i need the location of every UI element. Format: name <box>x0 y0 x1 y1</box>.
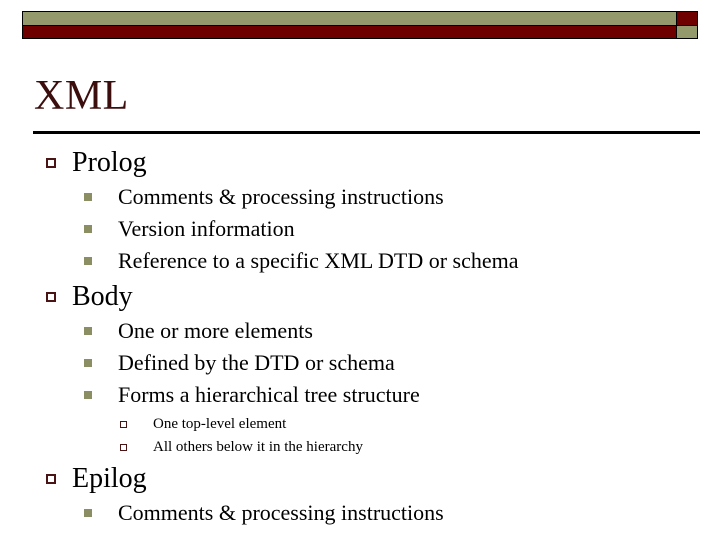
outline-item-level3: One top-level element <box>0 413 720 436</box>
filled-square-bullet-icon <box>84 181 118 213</box>
outline-item-level1: Body <box>0 280 720 314</box>
slide-body-outline: Prolog Comments & processing instruction… <box>0 146 720 529</box>
outline-item-level2: One or more elements <box>0 315 720 347</box>
outline-item-label: Version information <box>118 216 295 241</box>
outline-item-label: One top-level element <box>153 416 287 432</box>
hollow-square-bullet-icon <box>46 146 72 180</box>
outline-item-level2: Comments & processing instructions <box>0 497 720 529</box>
outline-item-level1: Epilog <box>0 462 720 496</box>
outline-item-level2: Comments & processing instructions <box>0 181 720 213</box>
slide-canvas: { "slide": { "title": "XML", "theme": { … <box>0 0 720 540</box>
banner-red-square <box>676 11 698 26</box>
outline-item-label: One or more elements <box>118 318 313 343</box>
hollow-square-bullet-icon <box>46 462 72 496</box>
outline-item-level1: Prolog <box>0 146 720 180</box>
outline-item-level2: Reference to a specific XML DTD or schem… <box>0 245 720 277</box>
hollow-square-bullet-icon <box>46 280 72 314</box>
banner-olive-bar <box>22 11 677 26</box>
outline-item-label: Comments & processing instructions <box>118 500 444 525</box>
hollow-square-bullet-icon <box>120 413 153 436</box>
banner-red-bar <box>22 25 677 39</box>
outline-item-label: Comments & processing instructions <box>118 184 444 209</box>
outline-item-label: Body <box>72 281 133 312</box>
outline-item-label: All others below it in the hierarchy <box>153 439 363 455</box>
title-divider-rule <box>33 131 700 134</box>
filled-square-bullet-icon <box>84 315 118 347</box>
outline-item-label: Prolog <box>72 147 147 178</box>
outline-item-label: Defined by the DTD or schema <box>118 350 395 375</box>
slide-title: XML <box>34 73 129 119</box>
filled-square-bullet-icon <box>84 379 118 411</box>
outline-item-label: Epilog <box>72 463 147 494</box>
hollow-square-bullet-icon <box>120 436 153 459</box>
outline-item-label: Forms a hierarchical tree structure <box>118 382 420 407</box>
outline-item-level2: Defined by the DTD or schema <box>0 347 720 379</box>
outline-item-label: Reference to a specific XML DTD or schem… <box>118 248 519 273</box>
outline-item-level2: Version information <box>0 213 720 245</box>
outline-item-level2: Forms a hierarchical tree structure <box>0 379 720 411</box>
slide-header-banner <box>22 11 698 39</box>
banner-olive-square <box>676 25 698 39</box>
filled-square-bullet-icon <box>84 347 118 379</box>
filled-square-bullet-icon <box>84 497 118 529</box>
filled-square-bullet-icon <box>84 245 118 277</box>
outline-item-level3: All others below it in the hierarchy <box>0 436 720 459</box>
filled-square-bullet-icon <box>84 213 118 245</box>
